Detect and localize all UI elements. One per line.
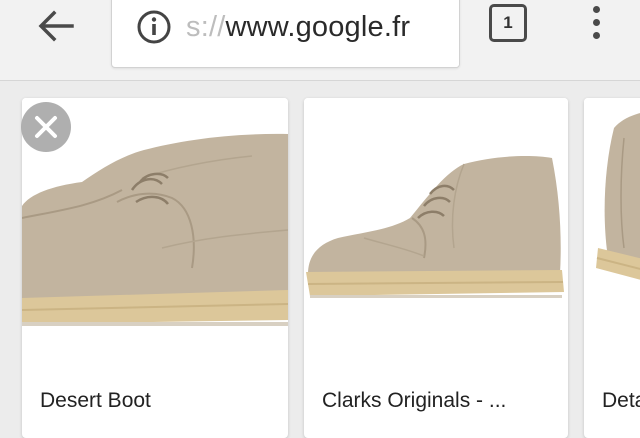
back-button[interactable]	[32, 4, 80, 48]
url-fade	[423, 0, 459, 67]
url-scheme: s://	[186, 11, 226, 43]
menu-dot	[592, 32, 600, 39]
overflow-menu-button[interactable]	[586, 6, 606, 46]
info-icon[interactable]	[136, 9, 172, 45]
menu-dot	[592, 6, 600, 13]
url-text[interactable]: s://www.google.fr	[186, 7, 456, 47]
result-card-partial[interactable]: Deta	[584, 98, 640, 438]
product-image	[584, 98, 640, 358]
dismiss-button[interactable]	[21, 102, 71, 152]
product-image	[304, 98, 568, 358]
tab-count: 1	[503, 13, 513, 32]
result-title[interactable]: Deta	[602, 389, 640, 413]
tab-switcher-button[interactable]: 1	[489, 4, 527, 42]
result-title[interactable]: Clarks Originals - ...	[322, 389, 506, 413]
result-card-clarks-originals[interactable]: Clarks Originals - ...	[304, 98, 568, 438]
close-icon	[35, 116, 57, 138]
address-bar[interactable]: s://www.google.fr	[111, 0, 460, 68]
back-arrow-icon	[38, 10, 74, 42]
result-title[interactable]: Desert Boot	[40, 389, 151, 413]
url-host: www.google.fr	[225, 11, 411, 43]
browser-toolbar: s://www.google.fr 1	[0, 0, 640, 81]
menu-dot	[592, 19, 600, 26]
